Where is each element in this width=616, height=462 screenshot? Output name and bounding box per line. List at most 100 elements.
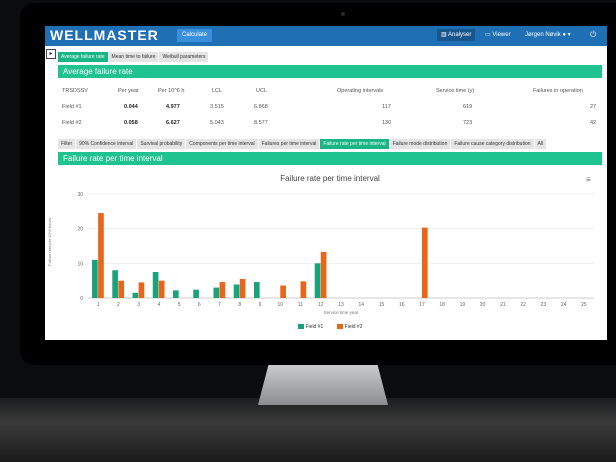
x-tick-label: 7 xyxy=(218,302,221,308)
x-tick-label: 12 xyxy=(318,302,324,308)
y-tick-label: 0 xyxy=(80,296,83,302)
x-tick-label: 16 xyxy=(399,302,405,308)
x-tick-label: 3 xyxy=(137,302,140,308)
y-axis-title: Failure rate per 10^6 hours xyxy=(47,218,52,266)
row-label: Field #2 xyxy=(62,120,82,126)
bar xyxy=(152,272,159,298)
col-header-per-year: Per year xyxy=(118,88,139,94)
x-axis-title: Service time year xyxy=(324,310,359,315)
y-tick-label: 10 xyxy=(77,261,83,267)
x-tick-label: 10 xyxy=(277,302,283,308)
sidebar-toggle-icon[interactable]: ▸ xyxy=(46,49,56,59)
bar xyxy=(193,289,199,298)
col-header-service-time: Service time (y) xyxy=(436,88,475,94)
col-header-ucl: UCL xyxy=(256,88,268,94)
nav-analyser-label: Analyser xyxy=(448,32,472,38)
calculate-button[interactable]: Calculate xyxy=(177,29,213,42)
bar xyxy=(219,282,226,298)
bar xyxy=(314,263,321,298)
cell-service-time: 619 xyxy=(463,104,473,110)
tab-components-per-interval[interactable]: Components per time interval xyxy=(186,139,258,149)
camera-dot xyxy=(341,12,345,16)
legend-label: Field #1 xyxy=(305,324,324,330)
bar xyxy=(138,282,145,298)
cell-ucl: 6.868 xyxy=(254,104,268,110)
tab-mean-time-to-failure[interactable]: Mean time to failure xyxy=(108,52,159,62)
power-icon[interactable]: ⏻ xyxy=(590,29,596,41)
bar xyxy=(280,285,286,298)
bar xyxy=(132,292,139,298)
desk-surface xyxy=(0,398,616,462)
x-tick-label: 17 xyxy=(419,302,425,308)
x-tick-label: 22 xyxy=(520,302,526,308)
app-logo: WELLMASTER xyxy=(50,27,159,43)
legend-item[interactable]: Field #1 xyxy=(297,324,324,330)
tab-all[interactable]: All xyxy=(534,139,547,149)
tab-filter[interactable]: Filter xyxy=(58,139,76,149)
col-header-lcl: LCL xyxy=(212,88,223,94)
tab-average-failure-rate[interactable]: Average failure rate xyxy=(58,52,108,62)
x-tick-label: 14 xyxy=(358,302,364,308)
bar xyxy=(173,290,179,298)
cell-operating-intervals: 130 xyxy=(382,120,392,126)
nav-viewer-label: Viewer xyxy=(492,32,511,38)
table-row: Field #1 0.044 4.977 3.515 6.868 117 619… xyxy=(60,102,602,112)
cell-ucl: 8.577 xyxy=(254,120,268,126)
cell-service-time: 723 xyxy=(463,120,473,126)
x-tick-label: 20 xyxy=(480,302,486,308)
row-label: Field #1 xyxy=(62,104,82,110)
x-tick-label: 8 xyxy=(238,302,241,308)
bar xyxy=(92,259,98,298)
y-tick-label: 30 xyxy=(77,192,83,198)
table-row: Field #2 0.058 6.627 5.043 8.577 130 723… xyxy=(60,118,602,128)
tab-confidence-interval[interactable]: 90% Confidence interval xyxy=(76,139,137,149)
bar xyxy=(421,227,428,298)
x-tick-label: 5 xyxy=(178,302,181,308)
tab-survival-probability[interactable]: Survival probability xyxy=(137,139,186,149)
x-tick-label: 1 xyxy=(97,302,100,308)
average-failure-rate-header: Average failure rate xyxy=(58,65,602,78)
cell-per-year: 0.044 xyxy=(124,104,138,110)
x-tick-label: 23 xyxy=(541,302,547,308)
legend-swatch xyxy=(297,324,304,330)
bar xyxy=(320,251,327,298)
bar xyxy=(233,284,240,298)
legend-item[interactable]: Field #2 xyxy=(336,324,362,330)
app-screen: WELLMASTER Calculate ▥ Analyser ▭ Viewer… xyxy=(45,26,607,340)
top-bar: WELLMASTER Calculate ▥ Analyser ▭ Viewer… xyxy=(45,26,607,46)
tab-failure-rate-per-interval[interactable]: Failure rate per time interval xyxy=(320,139,389,149)
cell-lcl: 5.043 xyxy=(210,120,224,126)
x-tick-label: 21 xyxy=(500,302,506,308)
x-tick-label: 4 xyxy=(157,302,160,308)
cell-failures: 42 xyxy=(590,120,597,126)
table-header-row: TRSDSSV Per year Per 10^6 h LCL UCL Oper… xyxy=(60,86,602,96)
col-header-per-million-h: Per 10^6 h xyxy=(158,88,185,94)
top-tabs: Average failure rate Mean time to failure… xyxy=(58,52,209,62)
tab-weibull-parameters[interactable]: Weibull parameters xyxy=(159,52,209,62)
nav-analyser[interactable]: ▥ Analyser xyxy=(437,29,476,41)
bar-chart-icon: ▥ xyxy=(441,32,449,38)
cell-per-year: 0.058 xyxy=(124,120,138,126)
chart-menu-icon[interactable]: ≡ xyxy=(586,176,593,184)
bar xyxy=(98,213,104,298)
tab-failures-per-interval[interactable]: Failures per time interval xyxy=(258,139,320,149)
tab-failure-cause-distribution[interactable]: Failure cause category distribution xyxy=(451,139,534,149)
tab-failure-mode-distribution[interactable]: Failure mode distribution xyxy=(389,139,451,149)
legend-swatch xyxy=(336,324,343,330)
cell-per-million-h: 4.977 xyxy=(166,104,180,110)
x-tick-label: 24 xyxy=(561,302,567,308)
col-header-failures-in-operation: Failures in operation xyxy=(533,88,583,94)
col-header-operating-intervals: Operating intervals xyxy=(337,88,384,94)
nav-viewer[interactable]: ▭ Viewer xyxy=(485,29,511,41)
bar xyxy=(118,280,125,298)
x-tick-label: 13 xyxy=(338,302,344,308)
failure-rate-chart: 01020301 2 3 4 5 6 7 8 9 10 11 12 13 14 15 16 17 18 19 20 21… xyxy=(77,192,594,315)
failure-rate-per-interval-header: Failure rate per time interval xyxy=(58,152,602,165)
y-tick-label: 20 xyxy=(77,227,83,233)
chart-title: Failure rate per time interval xyxy=(280,174,380,183)
cell-failures: 27 xyxy=(590,104,597,110)
user-icon: ● ▾ xyxy=(562,32,571,38)
bar xyxy=(300,281,307,298)
user-menu[interactable]: Jørgen Nøvik ● ▾ xyxy=(525,29,571,41)
x-tick-label: 9 xyxy=(259,302,262,308)
